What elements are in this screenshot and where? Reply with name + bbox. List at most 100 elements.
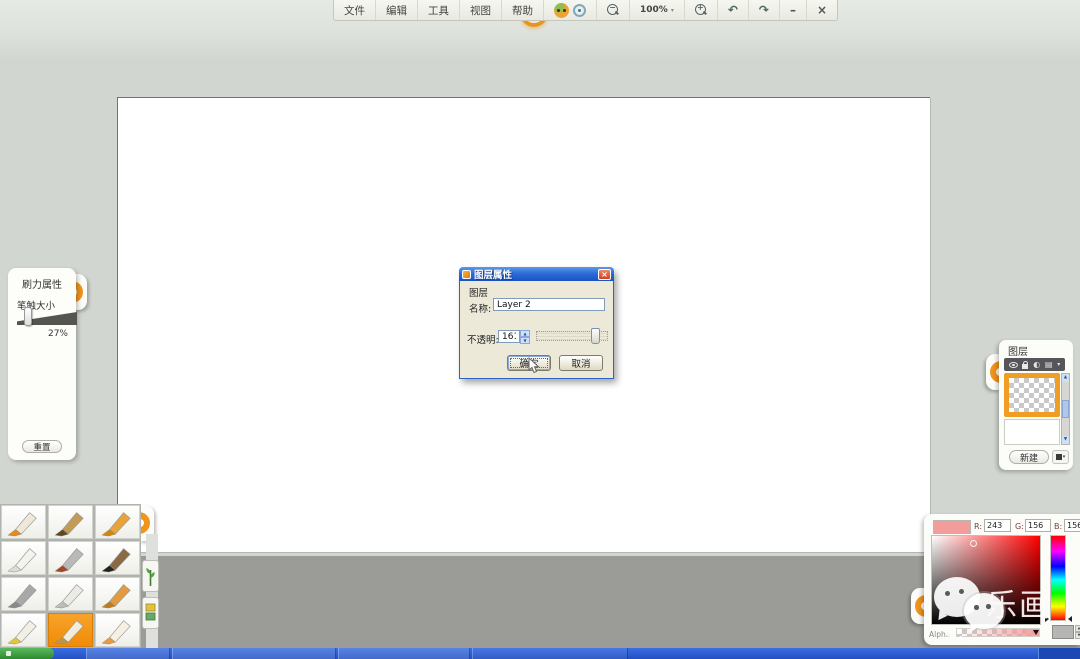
menu-help[interactable]: 帮助: [502, 0, 544, 20]
brush-size-slider-thumb[interactable]: [24, 307, 32, 326]
zoom-in-button[interactable]: [685, 0, 718, 20]
quill-pen-icon: [3, 507, 45, 537]
menu-edit[interactable]: 编辑: [376, 0, 418, 20]
tool-chalk[interactable]: [1, 541, 46, 575]
layer-name-input[interactable]: [493, 298, 605, 311]
menu-file[interactable]: 文件: [334, 0, 376, 20]
layer-lock-icon[interactable]: [1022, 364, 1028, 369]
scroll-up-icon[interactable]: ▲: [1062, 374, 1069, 382]
tool-paint-tube[interactable]: [1, 613, 46, 647]
layer-visibility-icon[interactable]: [1009, 362, 1018, 368]
zoom-in-icon: [695, 4, 707, 16]
alpha-label: Alpha: [929, 630, 950, 639]
layers-toolbar: ◐ ▤ ▾: [1004, 358, 1065, 371]
paint-roller-icon: [97, 579, 139, 609]
undo-button[interactable]: ↶: [718, 0, 749, 20]
green-value-input[interactable]: [1025, 519, 1051, 532]
dip-pen-icon: [50, 615, 92, 645]
layer-options-button[interactable]: ▾: [1052, 450, 1069, 464]
menu-tools[interactable]: 工具: [418, 0, 460, 20]
layers-panel: 图层 ◐ ▤ ▾ ▲ ▼ 新建 ▾: [999, 340, 1073, 470]
dialog-title: 图层属性: [474, 267, 598, 281]
tool-quill-pen[interactable]: [1, 505, 46, 539]
brush-size-label: 笔触大小: [17, 298, 55, 312]
texture-swatch-icon: [144, 601, 157, 625]
textures-button[interactable]: [142, 597, 159, 629]
taskbar-button[interactable]: [86, 648, 170, 659]
saturation-value-square[interactable]: [931, 535, 1041, 625]
menu-view[interactable]: 视图: [460, 0, 502, 20]
close-icon: ×: [817, 3, 827, 17]
reset-button[interactable]: 重置: [22, 440, 62, 453]
tool-palette: [0, 504, 141, 648]
spinner-up-button[interactable]: ▲: [520, 330, 530, 337]
tool-eraser[interactable]: [95, 613, 140, 647]
opacity-slider-track[interactable]: [536, 331, 608, 341]
brush-properties-panel: 刷力属性 笔触大小 27% 重置: [8, 268, 76, 460]
opacity-slider-thumb[interactable]: [591, 328, 600, 344]
start-button[interactable]: [0, 648, 54, 659]
tool-marker[interactable]: [48, 541, 93, 575]
green-label: G:: [1015, 522, 1024, 531]
redo-button[interactable]: ↷: [749, 0, 780, 20]
minimize-button[interactable]: –: [780, 0, 807, 20]
layers-menu-caret-icon[interactable]: ▾: [1057, 361, 1060, 368]
layer-slot-empty[interactable]: [1004, 419, 1060, 445]
tool-airbrush[interactable]: [1, 577, 46, 611]
layer-properties-dialog: 图层属性 × 图层 名称: 不透明: ▲ ▼ 确定 取消: [459, 267, 614, 379]
undo-icon: ↶: [728, 3, 738, 17]
layers-panel-title: 图层: [1008, 343, 1028, 358]
chevron-down-icon: ▾: [671, 7, 674, 14]
opacity-value-input[interactable]: [498, 330, 520, 343]
tool-feather-brush[interactable]: [48, 505, 93, 539]
spinner-down-button[interactable]: ▼: [520, 337, 530, 344]
color-picker-cursor[interactable]: [970, 540, 977, 547]
alpha-slider-thumb[interactable]: [1033, 630, 1039, 635]
layer-group-label: 图层: [469, 285, 488, 299]
layer-properties-icon[interactable]: ▤: [1045, 361, 1053, 369]
brush-size-value: 27%: [48, 329, 68, 339]
marker-icon: [50, 543, 92, 573]
hue-bar[interactable]: [1050, 535, 1066, 621]
chevron-down-icon: ▾: [1063, 454, 1066, 460]
chalk-icon: [3, 543, 45, 573]
airbrush-icon: [3, 579, 45, 609]
dialog-close-button[interactable]: ×: [598, 269, 611, 280]
tool-paint-roller[interactable]: [95, 577, 140, 611]
blue-label: B:: [1054, 522, 1062, 531]
red-value-input[interactable]: [984, 519, 1011, 532]
system-tray: [1038, 648, 1080, 659]
tool-palette-knife[interactable]: [48, 577, 93, 611]
mouse-cursor: [528, 357, 541, 375]
alpha-spinner-up[interactable]: ▲: [1075, 625, 1080, 632]
tool-ink-brush[interactable]: [95, 541, 140, 575]
cancel-button[interactable]: 取消: [559, 355, 603, 371]
scroll-down-icon[interactable]: ▼: [1062, 436, 1069, 444]
blue-value-input[interactable]: [1064, 519, 1080, 532]
hue-marker-right: [1068, 616, 1072, 622]
tool-dip-pen[interactable]: [48, 613, 93, 647]
app-logo: [544, 0, 597, 20]
zoom-out-button[interactable]: [597, 0, 630, 20]
layer-thumbnail-selected[interactable]: [1004, 373, 1060, 417]
scrollbar-thumb[interactable]: [1062, 400, 1069, 418]
layers-scrollbar[interactable]: ▲ ▼: [1061, 373, 1070, 445]
hue-marker-left: [1045, 616, 1049, 622]
tool-crayon[interactable]: [95, 505, 140, 539]
paint-tube-icon: [3, 615, 45, 645]
alpha-slider[interactable]: [956, 628, 1040, 637]
alpha-spinner-down[interactable]: ▼: [1075, 632, 1080, 639]
brush-panel-title: 刷力属性: [8, 276, 76, 291]
dialog-titlebar[interactable]: 图层属性 ×: [459, 267, 614, 281]
taskbar-button[interactable]: [338, 648, 470, 659]
windows-taskbar: [0, 648, 1080, 659]
eraser-icon: [97, 615, 139, 645]
zoom-level-select[interactable]: 100% ▾: [630, 0, 685, 20]
stamps-button[interactable]: [142, 560, 159, 592]
taskbar-button[interactable]: [472, 648, 628, 659]
new-layer-button[interactable]: 新建: [1009, 450, 1049, 464]
layer-opacity-icon[interactable]: ◐: [1033, 361, 1040, 369]
layer-swatch-icon: [1056, 454, 1062, 460]
close-button[interactable]: ×: [807, 0, 837, 20]
taskbar-button[interactable]: [172, 648, 336, 659]
